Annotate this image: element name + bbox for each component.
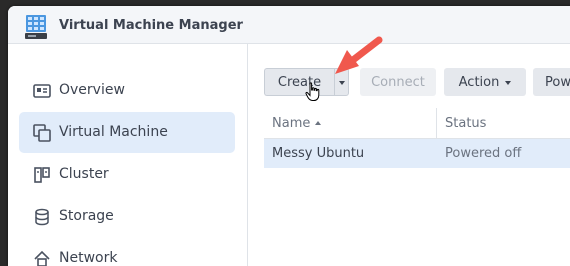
table-header: Name Status — [264, 108, 570, 139]
overview-icon — [33, 84, 51, 98]
sidebar-item-label: Virtual Machine — [59, 124, 168, 140]
sidebar-item-cluster[interactable]: Cluster — [19, 154, 235, 195]
title-bar: Virtual Machine Manager — [8, 6, 570, 44]
vmm-app-icon — [25, 15, 47, 39]
main-panel: Create Connect Action Pow Name Status Me… — [248, 44, 570, 266]
annotation-arrow-icon — [335, 36, 383, 74]
network-icon — [34, 250, 50, 266]
sidebar-item-label: Cluster — [59, 166, 109, 182]
sidebar-item-label: Overview — [59, 82, 125, 98]
vm-status-cell: Powered off — [445, 146, 522, 161]
sidebar-item-label: Storage — [59, 208, 114, 224]
sidebar-item-overview[interactable]: Overview — [19, 70, 235, 111]
sidebar: Overview Virtual Machine Cluster Storage… — [8, 44, 248, 266]
chevron-down-icon — [338, 80, 345, 85]
column-header-name[interactable]: Name — [272, 116, 322, 131]
chevron-down-icon — [505, 80, 512, 85]
action-button-label: Action — [458, 74, 500, 90]
table-row[interactable]: Messy Ubuntu Powered off — [264, 139, 570, 168]
virtual-machine-icon — [33, 124, 51, 142]
storage-icon — [35, 208, 49, 226]
action-button[interactable]: Action — [444, 68, 526, 96]
power-button[interactable]: Pow — [533, 68, 570, 96]
sort-ascending-icon — [315, 121, 322, 125]
hand-cursor-icon — [305, 82, 320, 101]
column-divider[interactable] — [436, 108, 437, 138]
cluster-icon — [34, 167, 50, 183]
app-window: Virtual Machine Manager Overview Virtual… — [8, 6, 570, 266]
sidebar-item-virtual-machine[interactable]: Virtual Machine — [19, 112, 235, 153]
sidebar-item-label: Network — [59, 250, 118, 266]
vm-name-cell: Messy Ubuntu — [272, 146, 365, 161]
sidebar-item-network[interactable]: Network — [19, 238, 235, 266]
power-button-label: Pow — [545, 74, 570, 90]
window-title: Virtual Machine Manager — [59, 18, 243, 33]
sidebar-item-storage[interactable]: Storage — [19, 196, 235, 237]
column-header-status[interactable]: Status — [445, 116, 486, 131]
create-button[interactable]: Create — [264, 68, 334, 96]
